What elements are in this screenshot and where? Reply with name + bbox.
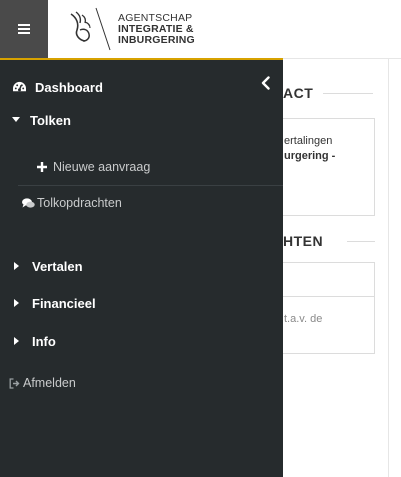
- nav-item-tolken-label: Tolken: [30, 112, 71, 128]
- plus-icon: [37, 162, 47, 172]
- caret-right-icon: [14, 262, 24, 270]
- heading-rule-2: [347, 241, 375, 242]
- agency-logo[interactable]: AGENTSCHAP INTEGRATIE & INBURGERING: [62, 6, 195, 52]
- drawer-separator: [18, 185, 283, 186]
- hamburger-icon: [18, 22, 30, 36]
- opdrachten-card-line: t.a.v. de: [284, 313, 323, 325]
- section-heading-opdrachten: HTEN: [283, 233, 324, 249]
- menu-toggle-button[interactable]: [0, 0, 48, 58]
- nav-item-nieuwe-aanvraag-label: Nieuwe aanvraag: [53, 160, 151, 174]
- caret-down-icon: [12, 117, 22, 123]
- nav-item-tolken[interactable]: Tolken: [0, 109, 283, 131]
- nav-item-tolkopdrachten-label: Tolkopdrachten: [37, 196, 122, 210]
- nav-item-afmelden-label: Afmelden: [23, 376, 76, 390]
- comments-icon: [22, 197, 35, 209]
- logo-text: AGENTSCHAP INTEGRATIE & INBURGERING: [118, 11, 195, 46]
- nav-item-afmelden[interactable]: Afmelden: [0, 372, 283, 394]
- chevron-left-icon: [261, 76, 270, 90]
- tachometer-icon: [12, 81, 27, 94]
- section-heading-contact: ACT: [283, 85, 314, 101]
- nav-item-info[interactable]: Info: [0, 330, 283, 352]
- contact-card-line2: urgering -: [284, 150, 336, 162]
- content-divider: [388, 58, 389, 477]
- nav-item-financieel[interactable]: Financieel: [0, 292, 283, 314]
- top-bar: [0, 0, 401, 59]
- nav-item-vertalen[interactable]: Vertalen: [0, 255, 283, 277]
- nav-item-nieuwe-aanvraag[interactable]: Nieuwe aanvraag: [0, 156, 283, 178]
- caret-right-icon: [14, 299, 24, 307]
- logo-line1: AGENTSCHAP: [118, 11, 193, 24]
- nav-item-tolkopdrachten[interactable]: Tolkopdrachten: [0, 192, 283, 214]
- nav-item-info-label: Info: [32, 333, 56, 349]
- logo-line2: INTEGRATIE &: [118, 22, 194, 35]
- sign-out-icon: [9, 377, 21, 389]
- contact-card-line1: ertalingen: [284, 135, 333, 147]
- lion-emblem-icon: [70, 7, 111, 51]
- caret-right-icon: [14, 337, 24, 345]
- nav-item-vertalen-label: Vertalen: [32, 258, 83, 274]
- nav-item-dashboard-label: Dashboard: [35, 79, 103, 95]
- logo-line3: INBURGERING: [118, 33, 195, 46]
- navigation-drawer: Dashboard Tolken Nieuwe aanvraag Tolkopd…: [0, 58, 283, 477]
- heading-rule: [323, 93, 373, 94]
- nav-item-dashboard[interactable]: Dashboard: [0, 76, 283, 98]
- close-drawer-button[interactable]: [258, 75, 272, 91]
- nav-item-financieel-label: Financieel: [32, 295, 96, 311]
